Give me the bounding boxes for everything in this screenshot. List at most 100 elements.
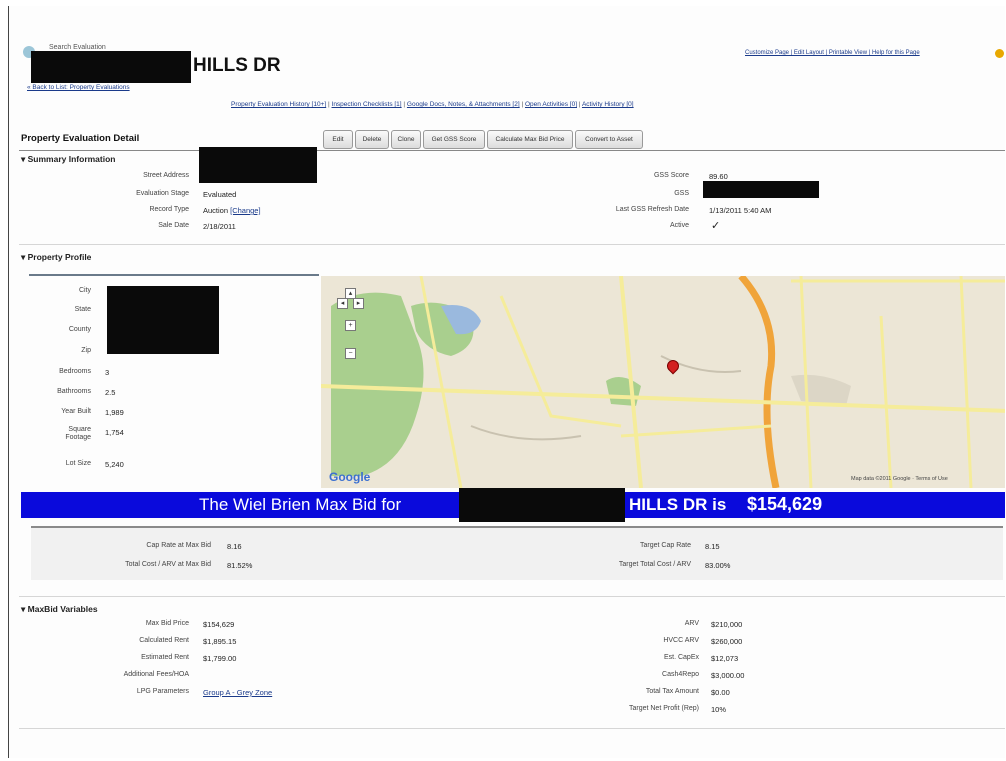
gss-score-label: GSS Score bbox=[653, 172, 689, 179]
detail-heading: Property Evaluation Detail bbox=[21, 133, 140, 144]
map-pan-left-icon[interactable]: ◂ bbox=[337, 298, 348, 309]
cash4repo-value: $3,000.00 bbox=[711, 671, 745, 680]
property-map[interactable]: ▴ ◂ ▸ + − Google Map data ©2011 Google ·… bbox=[321, 276, 1005, 488]
square-footage-label: Square Footage bbox=[65, 426, 91, 441]
evaluation-stage-value: Evaluated bbox=[203, 190, 237, 199]
county-label: County bbox=[68, 326, 91, 333]
est-capex-label: Est. CapEx bbox=[663, 654, 699, 661]
redacted-banner-address bbox=[459, 488, 625, 522]
lot-size-label: Lot Size bbox=[65, 460, 91, 467]
page-utility-links[interactable]: Customize Page | Edit Layout | Printable… bbox=[745, 50, 920, 56]
redacted-gss bbox=[703, 181, 819, 198]
maxbid-heading[interactable]: ▾ MaxBid Variables bbox=[21, 604, 98, 615]
related-link-docs[interactable]: Google Docs, Notes, & Attachments [2] bbox=[407, 101, 520, 108]
gss-refresh-date-label: Last GSS Refresh Date bbox=[615, 206, 689, 213]
related-link-inspection[interactable]: Inspection Checklists [1] bbox=[332, 101, 402, 108]
banner-prefix: The Wiel Brien Max Bid for bbox=[199, 495, 402, 514]
gss-label: GSS bbox=[674, 190, 689, 197]
related-link-activity-history[interactable]: Activity History [0] bbox=[582, 101, 634, 108]
cash4repo-label: Cash4Repo bbox=[662, 671, 699, 678]
divider bbox=[19, 596, 1005, 597]
bathrooms-value: 2.5 bbox=[105, 388, 116, 397]
total-tax-amount-value: $0.00 bbox=[711, 688, 730, 697]
target-total-cost-label: Target Total Cost / ARV bbox=[618, 561, 691, 568]
total-cost-arv-value: 81.52% bbox=[227, 561, 253, 570]
calculated-rent-value: $1,895.15 bbox=[203, 637, 237, 646]
redacted-address-title bbox=[31, 51, 191, 83]
cap-rate-value: 8.16 bbox=[227, 542, 242, 551]
map-terrain bbox=[321, 276, 1005, 488]
bedrooms-value: 3 bbox=[105, 368, 110, 377]
redacted-location bbox=[107, 286, 219, 354]
target-total-cost-value: 83.00% bbox=[705, 561, 731, 570]
convert-to-asset-button[interactable]: Convert to Asset bbox=[575, 130, 643, 149]
sale-date-label: Sale Date bbox=[158, 222, 189, 229]
state-label: State bbox=[74, 306, 91, 313]
summary-heading[interactable]: ▾ Summary Information bbox=[21, 154, 116, 165]
property-profile-heading[interactable]: ▾ Property Profile bbox=[21, 252, 91, 263]
year-built-label: Year Built bbox=[61, 408, 91, 415]
square-footage-value: 1,754 bbox=[105, 428, 124, 437]
redacted-street-address bbox=[199, 147, 317, 183]
street-address-label: Street Address bbox=[143, 172, 189, 179]
lpg-parameters-link[interactable]: Group A - Grey Zone bbox=[203, 688, 272, 697]
total-cost-arv-label: Total Cost / ARV at Max Bid bbox=[125, 561, 211, 568]
maxbid-heading-text: MaxBid Variables bbox=[27, 604, 98, 614]
edit-button[interactable]: Edit bbox=[323, 130, 353, 149]
max-bid-price-value: $154,629 bbox=[203, 620, 235, 629]
map-pan-right-icon[interactable]: ▸ bbox=[353, 298, 364, 309]
max-bid-banner: The Wiel Brien Max Bid for HILLS DR is $… bbox=[21, 488, 1005, 522]
divider bbox=[19, 150, 1005, 151]
hvcc-arv-label: HVCC ARV bbox=[663, 637, 699, 644]
map-copyright: Map data ©2011 Google · Terms of Use bbox=[851, 476, 948, 482]
record-type-label: Record Type bbox=[149, 206, 189, 213]
related-links-bar: Property Evaluation History [10+] | Insp… bbox=[231, 101, 634, 108]
change-record-type-link[interactable]: [Change] bbox=[230, 206, 260, 215]
help-icon[interactable] bbox=[995, 49, 1004, 58]
target-net-profit-label: Target Net Profit (Rep) bbox=[628, 705, 699, 712]
divider bbox=[19, 728, 1005, 729]
page-frame: Search Evaluation HILLS DR « Back to Lis… bbox=[8, 6, 1005, 758]
zip-label: Zip bbox=[81, 347, 91, 354]
target-cap-rate-value: 8.15 bbox=[705, 542, 720, 551]
calculated-rent-label: Calculated Rent bbox=[139, 637, 189, 644]
page-title: HILLS DR bbox=[193, 55, 281, 76]
divider bbox=[29, 274, 319, 276]
delete-button[interactable]: Delete bbox=[355, 130, 389, 149]
get-gss-score-button[interactable]: Get GSS Score bbox=[423, 130, 485, 149]
google-logo: Google bbox=[329, 470, 371, 484]
breadcrumb-top[interactable]: Search Evaluation bbox=[49, 44, 106, 51]
arv-label: ARV bbox=[684, 620, 699, 627]
banner-suffix: HILLS DR is bbox=[629, 495, 727, 514]
back-to-list-link[interactable]: « Back to List: Property Evaluations bbox=[27, 84, 130, 91]
estimated-rent-value: $1,799.00 bbox=[203, 654, 237, 663]
lpg-parameters-label: LPG Parameters bbox=[136, 688, 189, 695]
divider bbox=[19, 244, 1005, 245]
arv-value: $210,000 bbox=[711, 620, 743, 629]
max-bid-price-label: Max Bid Price bbox=[145, 620, 189, 627]
bedrooms-label: Bedrooms bbox=[59, 368, 91, 375]
calculate-max-bid-button[interactable]: Calculate Max Bid Price bbox=[487, 130, 573, 149]
clone-button[interactable]: Clone bbox=[391, 130, 421, 149]
target-net-profit-value: 10% bbox=[711, 705, 727, 714]
hvcc-arv-value: $260,000 bbox=[711, 637, 743, 646]
record-type-text: Auction bbox=[203, 206, 229, 215]
metrics-panel: Cap Rate at Max Bid 8.16 Total Cost / AR… bbox=[31, 526, 1003, 580]
related-link-open-activities[interactable]: Open Activities [0] bbox=[525, 101, 577, 108]
record-type-value: Auction [Change] bbox=[203, 206, 261, 215]
evaluation-stage-label: Evaluation Stage bbox=[136, 190, 189, 197]
map-zoom-out-icon[interactable]: − bbox=[345, 348, 356, 359]
gss-score-value: 89.60 bbox=[709, 172, 728, 181]
banner-amount: $154,629 bbox=[747, 494, 823, 514]
active-checkmark-icon: ✓ bbox=[711, 220, 721, 232]
cap-rate-label: Cap Rate at Max Bid bbox=[146, 542, 211, 549]
sale-date-value: 2/18/2011 bbox=[203, 222, 236, 231]
bathrooms-label: Bathrooms bbox=[57, 388, 91, 395]
est-capex-value: $12,073 bbox=[711, 654, 739, 663]
lot-size-value: 5,240 bbox=[105, 460, 124, 469]
gss-refresh-date-value: 1/13/2011 5:40 AM bbox=[709, 206, 772, 215]
target-cap-rate-label: Target Cap Rate bbox=[640, 542, 691, 549]
estimated-rent-label: Estimated Rent bbox=[141, 654, 189, 661]
related-link-history[interactable]: Property Evaluation History [10+] bbox=[231, 101, 326, 108]
map-zoom-in-icon[interactable]: + bbox=[345, 320, 356, 331]
